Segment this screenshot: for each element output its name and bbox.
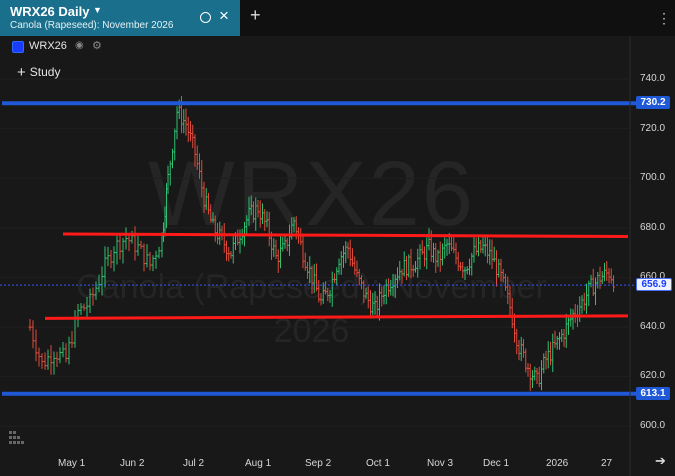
plus-icon[interactable]: + (250, 5, 261, 25)
x-tick: May 1 (58, 458, 86, 469)
y-tick: 720.0 (640, 123, 666, 134)
last-price-badge: 656.9 (636, 278, 672, 291)
tab-title[interactable]: WRX26 Daily (10, 4, 89, 19)
x-tick: 2026 (546, 458, 569, 469)
x-tick: 27 (601, 458, 613, 469)
x-tick: Aug 1 (245, 458, 272, 469)
tab-subtitle: Canola (Rapeseed): November 2026 (10, 20, 174, 31)
level-badge-613[interactable]: 613.1 (636, 387, 670, 400)
y-tick: 640.0 (640, 321, 666, 332)
y-tick: 700.0 (640, 172, 666, 183)
y-tick: 600.0 (640, 420, 666, 431)
x-tick: Sep 2 (305, 458, 332, 469)
top-bar: WRX26 Daily ▼ Canola (Rapeseed): Novembe… (0, 0, 675, 36)
more-vertical-icon[interactable]: ⋮ (657, 10, 671, 26)
x-tick: Dec 1 (483, 458, 510, 469)
y-tick: 740.0 (640, 73, 666, 84)
x-tick: Jun 2 (120, 458, 145, 469)
barchart-logo-icon (9, 431, 24, 444)
circle-icon[interactable] (200, 12, 211, 23)
chart-tab[interactable]: WRX26 Daily ▼ Canola (Rapeseed): Novembe… (0, 0, 240, 36)
trend-line (62, 232, 629, 238)
caret-down-icon[interactable]: ▼ (93, 5, 102, 15)
price-chart[interactable] (0, 36, 675, 476)
y-tick: 680.0 (640, 222, 666, 233)
x-tick: Nov 3 (427, 458, 454, 469)
y-tick: 620.0 (640, 370, 666, 381)
level-badge-730[interactable]: 730.2 (636, 96, 670, 109)
arrow-right-icon[interactable]: ➔ (655, 453, 666, 469)
trend-line (44, 314, 629, 320)
close-icon[interactable]: × (219, 6, 229, 26)
x-tick: Oct 1 (366, 458, 390, 469)
x-tick: Jul 2 (183, 458, 205, 469)
